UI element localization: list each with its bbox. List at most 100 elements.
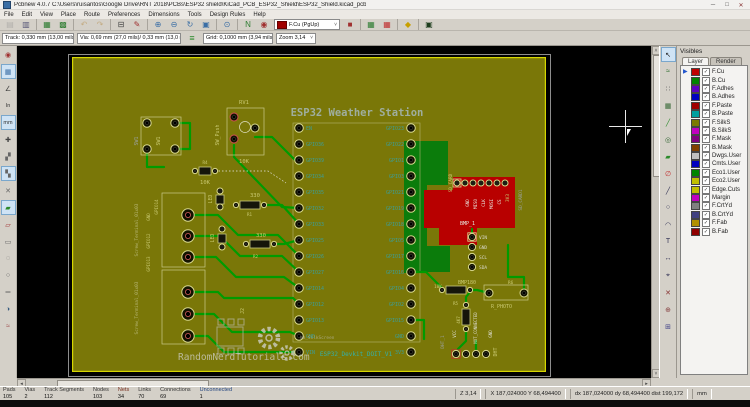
maximize-button[interactable]: □: [720, 0, 734, 10]
layer-visibility-checkbox[interactable]: ✓: [702, 219, 710, 227]
high-contrast-mode-icon[interactable]: ◑: [1, 302, 16, 317]
add-target-icon[interactable]: ⌖: [661, 268, 676, 283]
show-grid-toggle-icon[interactable]: ▦: [363, 18, 379, 32]
tracks-sketch-mode-icon[interactable]: ═: [1, 285, 16, 300]
add-line-icon[interactable]: ╱: [661, 183, 676, 198]
layer-visibility-checkbox[interactable]: ✓: [702, 194, 710, 202]
layer-row-cmts-user[interactable]: ✓Cmts.User: [682, 160, 747, 168]
layer-visibility-checkbox[interactable]: ✓: [702, 211, 710, 219]
layer-row-eco1-user[interactable]: ✓Eco1.User: [682, 169, 747, 177]
zoom-out-icon[interactable]: ⊖: [166, 18, 182, 32]
layer-visibility-checkbox[interactable]: ✓: [702, 135, 710, 143]
freeroute-icon[interactable]: ◆: [400, 18, 416, 32]
polar-coords-icon[interactable]: ∠: [1, 81, 16, 96]
delete-item-icon[interactable]: ✕: [661, 285, 676, 300]
show-ratsnest-grid-icon[interactable]: ▦: [379, 18, 395, 32]
layer-visibility-checkbox[interactable]: ✓: [702, 102, 710, 110]
cursor-shape-icon[interactable]: ✚: [1, 132, 16, 147]
layer-visibility-checkbox[interactable]: ✓: [702, 160, 710, 168]
layer-visibility-checkbox[interactable]: ✓: [702, 186, 710, 194]
vias-sketch-mode-icon[interactable]: ○: [1, 268, 16, 283]
layer-visibility-checkbox[interactable]: ✓: [702, 127, 710, 135]
zones-outline-only-icon[interactable]: ▭: [1, 234, 16, 249]
zoom-fit-icon[interactable]: ▣: [198, 18, 214, 32]
units-mm-icon[interactable]: mm: [1, 115, 16, 130]
layer-visibility-checkbox[interactable]: ✓: [702, 85, 710, 93]
toggle-grid-icon[interactable]: ▦: [1, 64, 16, 79]
add-circle-icon[interactable]: ○: [661, 200, 676, 215]
layer-row-b-adhes[interactable]: ✓B.Adhes: [682, 93, 747, 101]
layer-row-margin[interactable]: ✓Margin: [682, 194, 747, 202]
units-inches-icon[interactable]: In: [1, 98, 16, 113]
tab-render[interactable]: Render: [710, 57, 742, 65]
layer-row-f-fab[interactable]: ✓F.Fab: [682, 219, 747, 227]
add-arc-icon[interactable]: ◠: [661, 217, 676, 232]
highlight-net-icon[interactable]: ≈: [661, 64, 676, 79]
layer-row-dwgs-user[interactable]: ✓Dwgs.User: [682, 152, 747, 160]
layer-row-f-mask[interactable]: ✓F.Mask: [682, 135, 747, 143]
grid-size-select[interactable]: Grid: 0,1000 mm (3,94 mils)˅: [203, 33, 273, 44]
layer-row-f-crtyd[interactable]: ✓F.CrtYd: [682, 202, 747, 210]
layer-row-eco2-user[interactable]: ✓Eco2.User: [682, 177, 747, 185]
layer-visibility-checkbox[interactable]: ✓: [702, 110, 710, 118]
auto-delete-track-icon[interactable]: ✕: [1, 183, 16, 198]
layer-visibility-checkbox[interactable]: ✓: [702, 68, 710, 76]
drill-place-origin-icon[interactable]: ⊕: [661, 302, 676, 317]
add-dimension-icon[interactable]: ↔: [661, 251, 676, 266]
select-tool-icon[interactable]: ↖: [661, 47, 676, 62]
footprint-editor-icon[interactable]: ▦: [39, 18, 55, 32]
layer-row-b-mask[interactable]: ✓B.Mask: [682, 144, 747, 152]
layer-visibility-checkbox[interactable]: ✓: [702, 169, 710, 177]
refresh-view-icon[interactable]: ↻: [182, 18, 198, 32]
layer-row-f-paste[interactable]: ✓F.Paste: [682, 102, 747, 110]
pads-sketch-mode-icon[interactable]: ◌: [1, 251, 16, 266]
close-button[interactable]: ✕: [734, 0, 748, 10]
layer-visibility-checkbox[interactable]: ✓: [702, 177, 710, 185]
print-icon[interactable]: ⊟: [113, 18, 129, 32]
pcb-canvas[interactable]: ENGPIO36GPIO39GPIO34GPIO35GPIO32GPIO33GP…: [17, 46, 651, 378]
layer-row-f-silks[interactable]: ✓F.SilkS: [682, 118, 747, 126]
via-size-select[interactable]: Via: 0,69 mm (27,0 mils)/ 0,33 mm (13,0 …: [77, 33, 181, 44]
undo-icon[interactable]: ↶: [76, 18, 92, 32]
footprint-browser-icon[interactable]: ▩: [55, 18, 71, 32]
zones-hide-filled-icon[interactable]: ▱: [1, 217, 16, 232]
layer-visibility-checkbox[interactable]: ✓: [702, 144, 710, 152]
add-text-icon[interactable]: T: [661, 234, 676, 249]
toggle-drc-icon[interactable]: ◉: [1, 47, 16, 62]
layer-row-f-cu[interactable]: ▶✓F.Cu: [682, 68, 747, 76]
add-keepout-icon[interactable]: ∅: [661, 166, 676, 181]
plot-icon[interactable]: ✎: [129, 18, 145, 32]
layer-visibility-checkbox[interactable]: ✓: [702, 119, 710, 127]
zones-show-filled-icon[interactable]: ▰: [1, 200, 16, 215]
grid-origin-icon[interactable]: ⊞: [661, 319, 676, 334]
layer-row-b-cu[interactable]: ✓B.Cu: [682, 76, 747, 84]
auto-track-width-icon[interactable]: ≡: [184, 31, 200, 45]
layer-select[interactable]: F.Cu (PgUp)˅: [274, 19, 340, 30]
layer-row-b-crtyd[interactable]: ✓B.CrtYd: [682, 211, 747, 219]
redo-icon[interactable]: ↷: [92, 18, 108, 32]
microwave-tools-icon[interactable]: ≈: [1, 319, 16, 334]
layer-visibility-checkbox[interactable]: ✓: [702, 202, 710, 210]
page-settings-icon[interactable]: ▥: [18, 18, 34, 32]
scripting-console-icon[interactable]: ▣: [421, 18, 437, 32]
layer-visibility-checkbox[interactable]: ✓: [702, 93, 710, 101]
layer-row-b-silks[interactable]: ✓B.SilkS: [682, 127, 747, 135]
layer-row-f-adhes[interactable]: ✓F.Adhes: [682, 85, 747, 93]
layer-visibility-checkbox[interactable]: ✓: [702, 228, 710, 236]
layer-visibility-checkbox[interactable]: ✓: [702, 152, 710, 160]
track-width-select[interactable]: Track: 0,330 mm (13,00 mils) *˅: [2, 33, 74, 44]
read-netlist-icon[interactable]: N: [240, 18, 256, 32]
route-track-icon[interactable]: ╱: [661, 115, 676, 130]
board-ratsnest-icon[interactable]: ▚: [1, 166, 16, 181]
layer-row-b-paste[interactable]: ✓B.Paste: [682, 110, 747, 118]
tab-layer[interactable]: Layer: [682, 57, 709, 65]
vertical-scrollbar[interactable]: ˄ ˅: [651, 46, 659, 378]
add-footprint-icon[interactable]: ▦: [661, 98, 676, 113]
show-local-ratsnest-icon[interactable]: ∷: [661, 81, 676, 96]
add-zone-icon[interactable]: ▰: [661, 149, 676, 164]
layer-row-b-fab[interactable]: ✓B.Fab: [682, 227, 747, 235]
zoom-select[interactable]: Zoom 3,14˅: [276, 33, 316, 44]
footprint-mode-icon[interactable]: ■: [342, 18, 358, 32]
layer-row-edge-cuts[interactable]: ✓Edge.Cuts: [682, 185, 747, 193]
perform-drc-icon[interactable]: ◉: [256, 18, 272, 32]
